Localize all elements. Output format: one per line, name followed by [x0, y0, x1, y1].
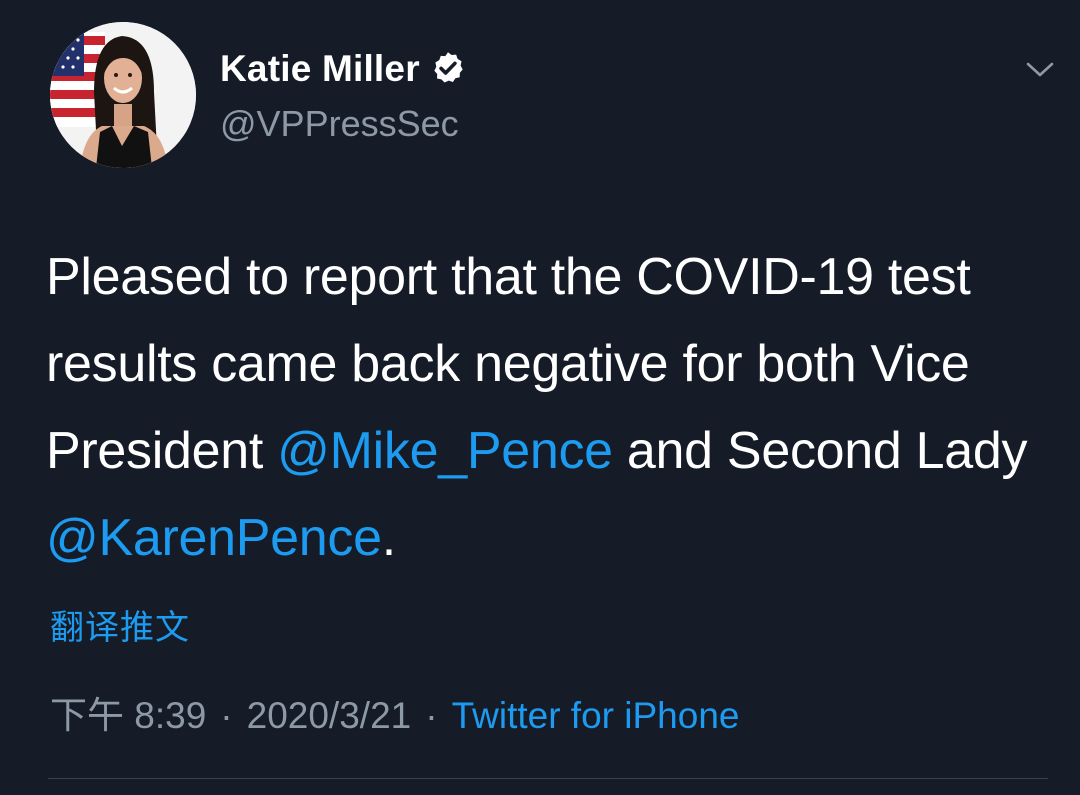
tweet-date: 2020/3/21 [246, 695, 412, 736]
tweet-meta: 下午 8:39 · 2020/3/21 · Twitter for iPhone [50, 692, 739, 740]
chevron-down-icon [1026, 62, 1054, 77]
author-handle[interactable]: @VPPressSec [220, 102, 459, 146]
tweet-body: Pleased to report that the COVID-19 test… [46, 234, 1056, 582]
avatar[interactable] [50, 22, 196, 168]
tweet-text-part: . [381, 509, 396, 567]
tweet-source-link[interactable]: Twitter for iPhone [452, 695, 740, 736]
meta-separator: · [425, 695, 438, 736]
author-name-text: Katie Miller [220, 48, 420, 89]
translate-tweet-link[interactable]: 翻译推文 [50, 606, 190, 650]
mention-karen-pence[interactable]: @KarenPence [46, 509, 382, 567]
more-options-button[interactable] [1018, 52, 1062, 88]
tweet-card: Katie Miller @VPPressSec Pleased to repo… [0, 0, 1080, 795]
tweet-text-part: and Second Lady [612, 422, 1028, 480]
author-name[interactable]: Katie Miller [220, 46, 466, 97]
avatar-image [50, 22, 196, 168]
mention-mike-pence[interactable]: @Mike_Pence [277, 422, 613, 480]
divider [48, 778, 1048, 779]
meta-separator: · [220, 695, 233, 736]
verified-badge-icon [430, 50, 466, 97]
tweet-time: 下午 8:39 [50, 695, 207, 736]
